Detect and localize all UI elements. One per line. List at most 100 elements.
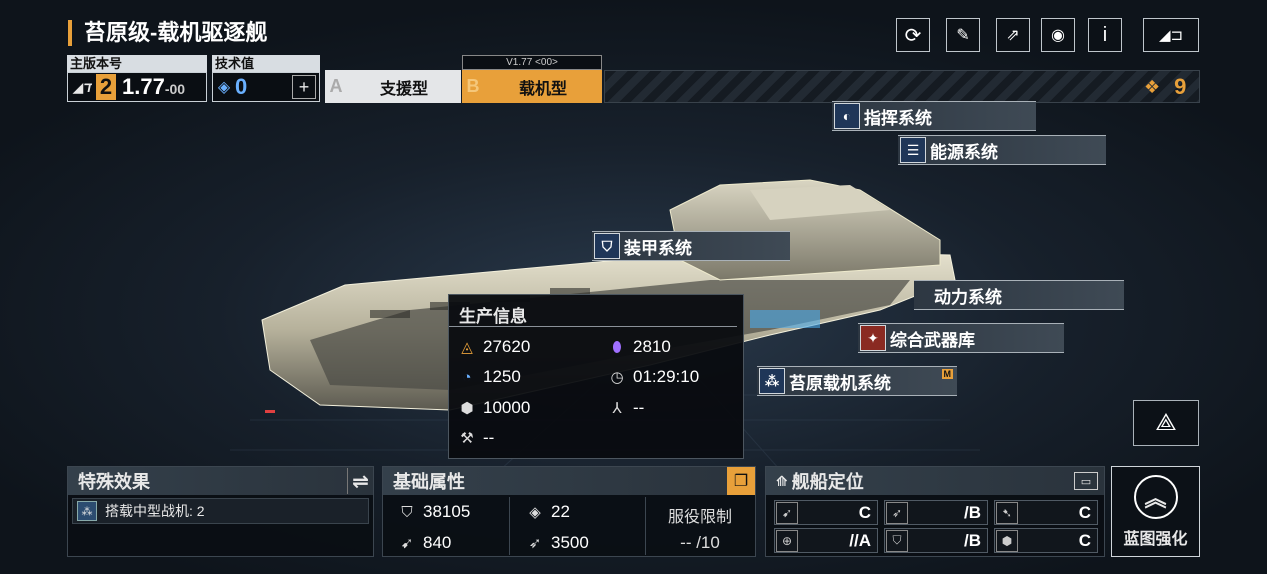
system-armor-label: 装甲系统 bbox=[624, 238, 692, 258]
role-siege-icon: ➷ bbox=[996, 501, 1018, 524]
role-shield-icon: ⛉ bbox=[886, 529, 908, 552]
rating-cell-5: ⛉ /B bbox=[884, 528, 988, 553]
rating-3: C bbox=[1078, 502, 1091, 522]
rating-cell-1: ➹ C bbox=[774, 500, 878, 525]
brand-icon: ◢ד bbox=[72, 78, 92, 95]
paint-button[interactable]: ✎ bbox=[946, 18, 980, 52]
system-power-label: 动力系统 bbox=[934, 287, 1002, 307]
prod-triple-value: -- bbox=[633, 398, 645, 417]
tab-carrier[interactable]: B 载机型 bbox=[462, 70, 602, 103]
system-command[interactable]: ◐ 指挥系统 bbox=[832, 101, 1036, 131]
limit-label: 服役限制 bbox=[667, 509, 732, 526]
tech-icon: ◈ bbox=[217, 79, 231, 96]
view-button[interactable]: ◉ bbox=[1041, 18, 1075, 52]
prod-metal: ◬ 27620 bbox=[457, 337, 530, 357]
attack-icon: ➹ bbox=[400, 535, 414, 552]
armor-icon: ⛉ bbox=[594, 233, 620, 259]
base-title: 基础属性 bbox=[393, 472, 465, 492]
carrier-badge: M bbox=[941, 369, 953, 379]
page-title: 苔原级-载机驱逐舰 bbox=[68, 20, 267, 46]
hammer-icon: ⚒ bbox=[460, 430, 474, 447]
position-icon: ⟰ bbox=[776, 472, 788, 489]
refresh-button[interactable]: ⟳ bbox=[896, 18, 930, 52]
tech-value-label: 技术值 bbox=[212, 55, 320, 72]
position-toggle-button[interactable]: ▭ bbox=[1074, 472, 1098, 490]
tab-support-letter: A bbox=[329, 76, 343, 96]
upgrade-icon: ︽ bbox=[1133, 474, 1178, 519]
prod-metal-value: 27620 bbox=[483, 337, 531, 356]
prod-cube-value: 10000 bbox=[483, 398, 531, 417]
prod-deuterium-value: 1250 bbox=[483, 367, 521, 386]
prod-time: ◷ 01:29:10 bbox=[607, 367, 699, 387]
view-icon: ◉ bbox=[1051, 27, 1065, 44]
system-armor[interactable]: ⛉ 装甲系统 bbox=[592, 231, 790, 261]
rating-5: /B bbox=[964, 530, 981, 550]
rating-2: /B bbox=[964, 502, 981, 522]
rating-6: C bbox=[1078, 530, 1091, 550]
main-version-block: 主版本号 ◢ד 2 1.77-00 bbox=[67, 55, 207, 102]
system-carrier[interactable]: ⁂ 苔原载机系统 M bbox=[757, 366, 957, 396]
system-power[interactable]: 动力系统 bbox=[914, 280, 1124, 310]
special-effect-row: ⁂ 搭载中型战机: 2 bbox=[72, 498, 369, 524]
swap-button[interactable]: ⇌ bbox=[347, 468, 373, 494]
main-version-value: 1.77-00 bbox=[122, 74, 185, 100]
paint-icon: ✎ bbox=[956, 27, 970, 44]
limit-value: -- /10 bbox=[680, 533, 720, 552]
base-armor: ◈ 22 bbox=[525, 502, 570, 522]
currency: ❖ 9 bbox=[1144, 74, 1186, 100]
production-panel: 生产信息 ◬ 27620 ⬮ 2810 ◔ 1250 ◷ 01:29:10 ⬢ 10000… bbox=[448, 294, 744, 459]
system-weapons-label: 综合武器库 bbox=[890, 330, 975, 350]
info-button[interactable]: i bbox=[1088, 18, 1122, 52]
currency-icon: ❖ bbox=[1144, 76, 1161, 97]
main-version-suffix: -00 bbox=[164, 81, 186, 97]
crystal-icon: ⬮ bbox=[612, 338, 622, 356]
tab-carrier-label: 载机型 bbox=[518, 80, 567, 98]
base-armor-value: 22 bbox=[551, 502, 570, 521]
rating-4: //A bbox=[849, 530, 871, 550]
blueprint-upgrade-button[interactable]: ︽ 蓝图强化 bbox=[1111, 466, 1200, 557]
base-header: 基础属性 ❐ bbox=[383, 467, 755, 495]
command-icon: ◐ bbox=[834, 103, 860, 129]
tab-support-label: 支援型 bbox=[379, 80, 428, 98]
share-button[interactable]: ⇗ bbox=[996, 18, 1030, 52]
base-expand-button[interactable]: ❐ bbox=[727, 467, 755, 495]
prod-cube: ⬢ 10000 bbox=[457, 398, 530, 418]
prod-crystal: ⬮ 2810 bbox=[607, 337, 671, 357]
tech-value-block: 技术值 ◈ 0 + bbox=[212, 55, 320, 102]
prod-time-value: 01:29:10 bbox=[633, 367, 700, 386]
clock-icon: ◷ bbox=[610, 369, 624, 386]
ship-level-button[interactable]: ⟁ bbox=[1133, 400, 1199, 446]
system-command-label: 指挥系统 bbox=[864, 108, 932, 128]
special-effect-text: 搭载中型战机: 2 bbox=[105, 503, 205, 519]
add-tech-button[interactable]: + bbox=[292, 75, 316, 99]
position-title: 舰船定位 bbox=[791, 472, 864, 492]
special-panel: 特殊效果 ⇌ ⁂ 搭载中型战机: 2 bbox=[67, 466, 374, 557]
exit-button[interactable]: ◢⊐ bbox=[1143, 18, 1199, 52]
role-assault-icon: ➹ bbox=[776, 501, 798, 524]
cube-icon: ⬢ bbox=[460, 400, 474, 417]
prod-hammer: ⚒ -- bbox=[457, 428, 494, 448]
energy-icon: ☰ bbox=[900, 137, 926, 163]
exit-icon: ◢⊐ bbox=[1158, 27, 1184, 44]
position-header: ⟰ 舰船定位 ▭ bbox=[766, 467, 1104, 495]
tab-version: V1.77 <00> bbox=[462, 55, 602, 70]
prod-crystal-value: 2810 bbox=[633, 337, 671, 356]
rating-cell-4: ⊕ //A bbox=[774, 528, 878, 553]
prod-deuterium: ◔ 1250 bbox=[457, 367, 521, 387]
triple-icon: ⅄ bbox=[612, 400, 622, 417]
base-speed-value: 3500 bbox=[551, 533, 589, 552]
rating-cell-6: ⬢ C bbox=[994, 528, 1098, 553]
refresh-icon: ⟳ bbox=[904, 24, 922, 47]
system-energy[interactable]: ☰ 能源系统 bbox=[898, 135, 1106, 165]
tab-bar-stripes bbox=[604, 70, 1200, 103]
system-weapons[interactable]: ✦ 综合武器库 bbox=[858, 323, 1064, 353]
role-target-icon: ⊕ bbox=[776, 529, 798, 552]
special-header: 特殊效果 ⇌ bbox=[68, 467, 373, 495]
main-version-label: 主版本号 bbox=[67, 55, 207, 72]
prod-hammer-value: -- bbox=[483, 428, 495, 447]
tab-support[interactable]: A 支援型 bbox=[325, 70, 461, 103]
base-hp-value: 38105 bbox=[423, 502, 471, 521]
main-number: 2 bbox=[96, 74, 116, 100]
system-carrier-label: 苔原载机系统 bbox=[789, 373, 891, 393]
speed-icon: ➶ bbox=[528, 535, 542, 552]
